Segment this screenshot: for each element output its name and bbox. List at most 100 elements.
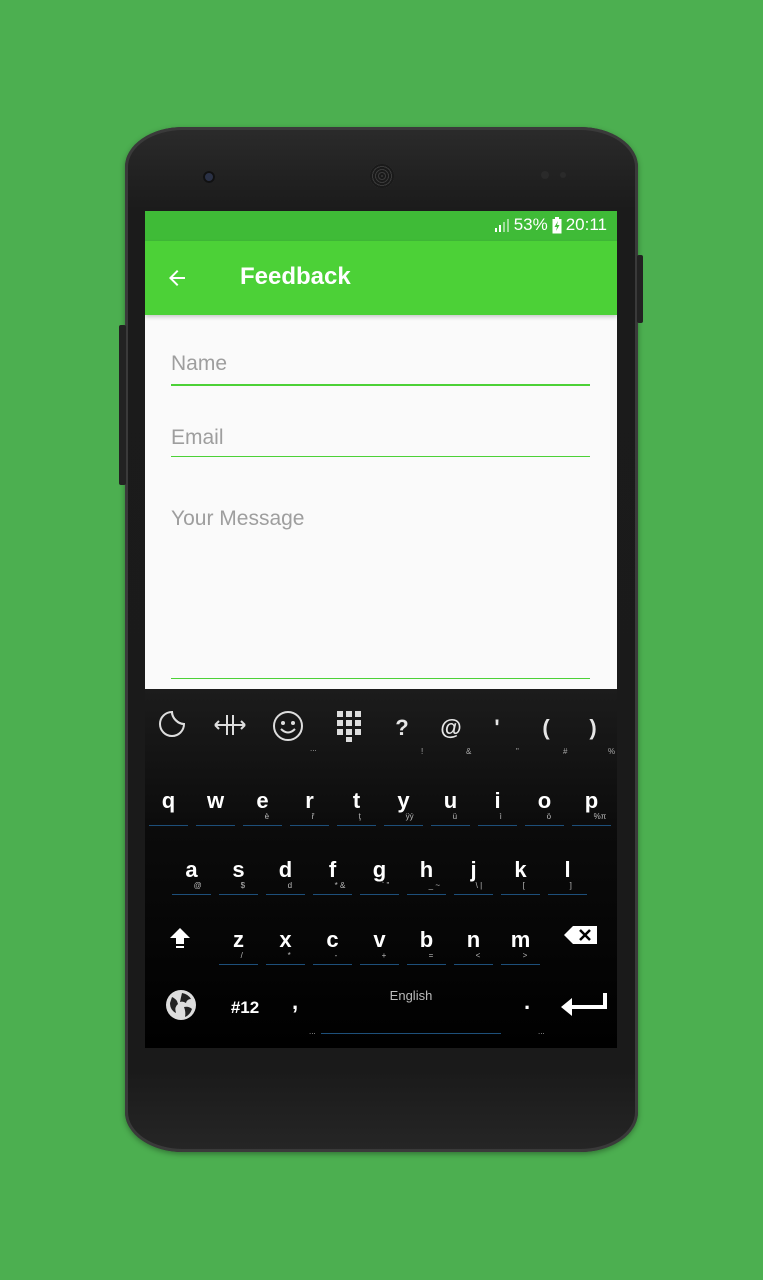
key-a[interactable]: a @ xyxy=(170,857,213,895)
key-label: k xyxy=(514,857,527,882)
period-key[interactable]: . xyxy=(517,989,537,1015)
key-underline xyxy=(407,964,446,965)
key-u[interactable]: uü xyxy=(429,788,472,826)
key-underline xyxy=(172,894,211,895)
key-z[interactable]: z / xyxy=(217,927,260,965)
speaker-grille-icon xyxy=(370,164,394,188)
key-label: y xyxy=(397,788,410,813)
sensor-icon xyxy=(560,172,566,178)
key-j[interactable]: j \ | xyxy=(452,857,495,895)
key-underline xyxy=(196,825,235,826)
key-label: ( xyxy=(542,715,550,740)
sticker-icon[interactable] xyxy=(157,709,187,741)
key-w[interactable]: w xyxy=(194,788,237,826)
comma-hint: ... xyxy=(309,1027,316,1036)
key-m[interactable]: m > xyxy=(499,927,542,965)
key-n[interactable]: n < xyxy=(452,927,495,965)
key-label: j xyxy=(470,857,477,882)
key-label: ? xyxy=(395,715,409,740)
key-question[interactable]: ? ! xyxy=(391,715,423,756)
key-y[interactable]: y ÿý xyxy=(382,788,425,826)
key-e[interactable]: eè xyxy=(241,788,284,826)
key-hint: ţ xyxy=(358,812,361,821)
name-input[interactable] xyxy=(171,352,590,376)
key-apostrophe[interactable]: ' " xyxy=(486,715,518,756)
key-label: z xyxy=(233,927,244,952)
message-field xyxy=(171,507,590,679)
key-hint: @ xyxy=(193,881,202,890)
key-close-paren[interactable]: ) % xyxy=(582,715,615,756)
key-label: . xyxy=(523,989,531,1014)
key-f[interactable]: f * & xyxy=(311,857,354,895)
key-r[interactable]: rř xyxy=(288,788,331,826)
key-b[interactable]: b = xyxy=(405,927,448,965)
space-bar[interactable]: English xyxy=(321,988,501,1034)
key-underline xyxy=(478,825,517,826)
key-label: u xyxy=(443,788,458,813)
key-p[interactable]: p %π xyxy=(570,788,613,826)
email-field xyxy=(171,426,590,458)
key-label: , xyxy=(291,989,299,1014)
key-v[interactable]: v + xyxy=(358,927,401,965)
space-language-label: English xyxy=(389,988,433,1003)
key-q[interactable]: q xyxy=(147,788,190,826)
key-open-paren[interactable]: ( # xyxy=(535,715,567,756)
key-underline xyxy=(243,825,282,826)
key-hint: " xyxy=(516,747,519,756)
key-x[interactable]: x * xyxy=(264,927,307,965)
key-underline xyxy=(454,964,493,965)
key-label: ' xyxy=(494,715,500,740)
numpad-hint: ... xyxy=(310,744,317,753)
key-label: @ xyxy=(440,715,462,740)
emoji-icon[interactable] xyxy=(272,710,304,742)
key-t[interactable]: tţ xyxy=(335,788,378,826)
numpad-icon[interactable] xyxy=(335,709,365,743)
key-k[interactable]: k[ xyxy=(499,857,542,895)
key-hint: _ ~ xyxy=(428,881,440,890)
email-input[interactable] xyxy=(171,426,590,450)
key-underline xyxy=(501,964,540,965)
name-underline xyxy=(171,384,590,386)
enter-icon[interactable] xyxy=(559,991,607,1017)
key-hint: < xyxy=(475,951,481,960)
key-underline xyxy=(149,825,188,826)
key-l[interactable]: l] xyxy=(546,857,589,895)
key-c[interactable]: c- xyxy=(311,927,354,965)
key-hint: ř xyxy=(311,812,315,821)
signal-icon xyxy=(494,219,509,232)
key-hint: $ xyxy=(240,881,246,890)
key-label: i xyxy=(494,788,501,813)
key-d[interactable]: dd xyxy=(264,857,307,895)
cursor-move-icon[interactable] xyxy=(214,713,246,737)
back-arrow-icon[interactable] xyxy=(165,266,189,290)
numbers-key[interactable]: #12 xyxy=(223,995,267,1021)
key-label: p xyxy=(584,788,599,813)
key-i[interactable]: iì xyxy=(476,788,519,826)
key-s[interactable]: s $ xyxy=(217,857,260,895)
key-label: n xyxy=(466,927,481,952)
key-o[interactable]: oö xyxy=(523,788,566,826)
shift-icon[interactable] xyxy=(168,925,192,949)
front-camera-icon xyxy=(203,171,215,183)
comma-key[interactable]: , xyxy=(285,989,305,1015)
globe-icon[interactable] xyxy=(164,988,198,1022)
key-underline xyxy=(572,825,611,826)
key-hint: = xyxy=(428,951,434,960)
message-input[interactable] xyxy=(171,507,590,667)
key-label: ) xyxy=(589,715,597,740)
key-label: t xyxy=(352,788,361,813)
key-g[interactable]: g ` " xyxy=(358,857,401,895)
key-h[interactable]: h _ ~ xyxy=(405,857,448,895)
page-title: Feedback xyxy=(240,263,351,290)
key-underline xyxy=(219,964,258,965)
app-bar: Feedback xyxy=(145,241,617,315)
key-hint: è xyxy=(264,812,270,821)
key-underline xyxy=(431,825,470,826)
key-hint: + xyxy=(381,951,387,960)
name-field xyxy=(171,352,590,386)
backspace-icon[interactable] xyxy=(563,925,599,945)
key-underline xyxy=(454,894,493,895)
key-at[interactable]: @ & xyxy=(438,715,471,756)
key-label: v xyxy=(373,927,386,952)
sensor-icon xyxy=(541,171,549,179)
